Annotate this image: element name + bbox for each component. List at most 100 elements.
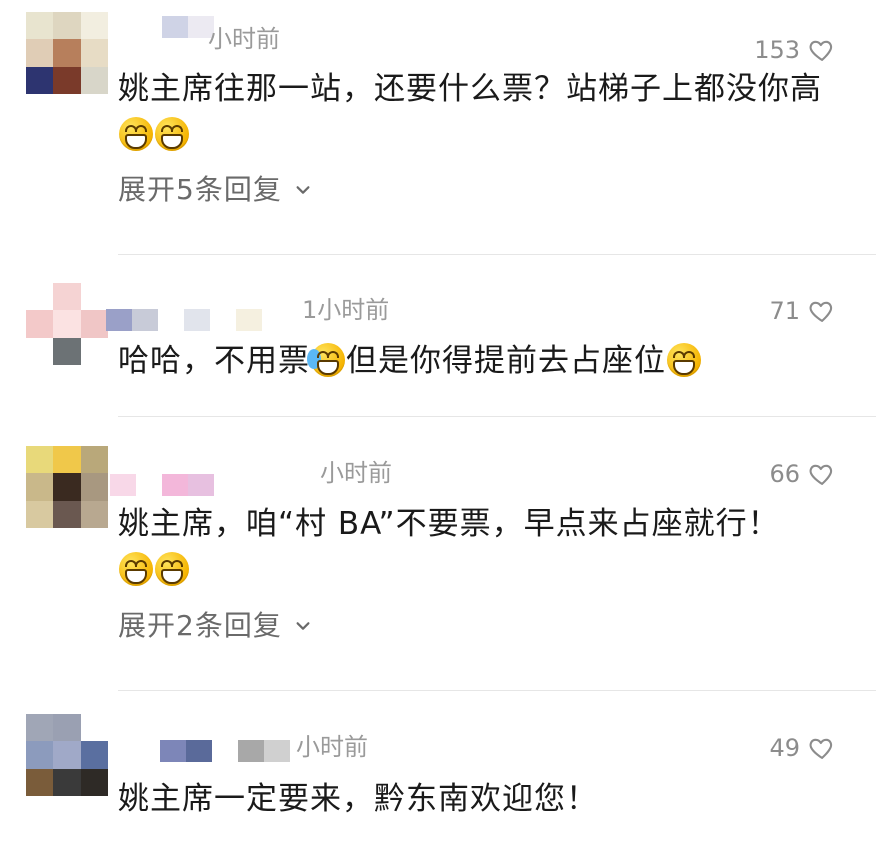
divider bbox=[118, 690, 876, 691]
avatar-pixel bbox=[80, 283, 108, 311]
avatar-pixel bbox=[53, 741, 81, 769]
like-count: 153 bbox=[754, 36, 800, 64]
username-pixel bbox=[186, 740, 212, 762]
avatar-pixel bbox=[80, 500, 108, 528]
avatar-pixel bbox=[53, 66, 81, 94]
avatar-pixel bbox=[26, 500, 54, 528]
grin-emoji-icon bbox=[119, 552, 153, 586]
avatar-pixel bbox=[53, 12, 81, 40]
avatar-pixel bbox=[80, 39, 108, 67]
laugh-cry-emoji-icon bbox=[307, 343, 345, 377]
divider bbox=[118, 416, 876, 417]
username-pixel bbox=[212, 740, 238, 762]
username[interactable] bbox=[106, 309, 262, 331]
chevron-down-icon bbox=[296, 186, 310, 194]
avatar-pixel bbox=[26, 39, 54, 67]
avatar-pixel bbox=[26, 310, 54, 338]
username[interactable] bbox=[162, 16, 214, 38]
comment-body: 姚主席往那一站，还要什么票？站梯子上都没你高 bbox=[118, 71, 822, 107]
username-pixel bbox=[132, 309, 158, 331]
grin-emoji-icon bbox=[155, 117, 189, 151]
divider bbox=[118, 254, 876, 255]
avatar[interactable] bbox=[26, 446, 108, 528]
grin-emoji-icon bbox=[667, 343, 701, 377]
grin-emoji-icon bbox=[155, 552, 189, 586]
chevron-down-icon bbox=[296, 622, 310, 630]
heart-icon bbox=[809, 464, 833, 485]
username-pixel bbox=[238, 740, 264, 762]
avatar-pixel bbox=[26, 12, 54, 40]
avatar-pixel bbox=[80, 337, 108, 365]
avatar[interactable] bbox=[26, 714, 108, 796]
username-pixel bbox=[162, 474, 188, 496]
avatar-pixel bbox=[53, 473, 81, 501]
comment-body: 姚主席一定要来，黔东南欢迎您！ bbox=[118, 781, 598, 817]
username-pixel bbox=[162, 16, 188, 38]
avatar-pixel bbox=[26, 741, 54, 769]
comment-text: 姚主席一定要来，黔东南欢迎您！ bbox=[118, 776, 846, 822]
heart-icon bbox=[809, 301, 833, 322]
comment-text: 姚主席，咱“村 BA”不要票，早点来占座就行！ bbox=[118, 501, 846, 593]
avatar[interactable] bbox=[26, 12, 108, 94]
username-pixel bbox=[236, 309, 262, 331]
avatar-pixel bbox=[53, 714, 81, 742]
username-pixel bbox=[106, 309, 132, 331]
comment-time: 小时前 bbox=[320, 459, 392, 487]
comment-time: 1小时前 bbox=[302, 296, 390, 324]
heart-icon bbox=[809, 40, 833, 61]
avatar-pixel bbox=[80, 768, 108, 796]
avatar-pixel bbox=[80, 66, 108, 94]
comment-body: 哈哈，不用票 bbox=[118, 343, 310, 379]
avatar-pixel bbox=[53, 337, 81, 365]
username-pixel bbox=[160, 740, 186, 762]
grin-emoji-icon bbox=[119, 117, 153, 151]
like-button[interactable]: 71 bbox=[769, 295, 836, 327]
expand-replies-label: 展开5条回复 bbox=[118, 173, 282, 206]
username-pixel bbox=[136, 474, 162, 496]
avatar-pixel bbox=[26, 714, 54, 742]
avatar-pixel bbox=[80, 446, 108, 474]
avatar-pixel bbox=[26, 446, 54, 474]
username-pixel bbox=[210, 309, 236, 331]
avatar-pixel bbox=[26, 473, 54, 501]
comment-body-continued: 但是你得提前去占座位 bbox=[346, 343, 666, 379]
avatar-pixel bbox=[26, 768, 54, 796]
comment-text: 哈哈，不用票 但是你得提前去占座位 bbox=[118, 338, 846, 384]
heart-icon bbox=[809, 738, 833, 759]
avatar-pixel bbox=[80, 473, 108, 501]
avatar-pixel bbox=[53, 446, 81, 474]
like-count: 66 bbox=[769, 460, 800, 488]
avatar-pixel bbox=[80, 714, 108, 742]
expand-replies-button[interactable]: 展开5条回复 bbox=[118, 170, 312, 210]
username-pixel bbox=[110, 474, 136, 496]
username[interactable] bbox=[160, 740, 290, 762]
like-button[interactable]: 49 bbox=[769, 732, 836, 764]
username[interactable] bbox=[110, 474, 214, 496]
like-count: 71 bbox=[769, 297, 800, 325]
comment-body: 姚主席，咱“村 BA”不要票，早点来占座就行！ bbox=[118, 506, 780, 542]
avatar-pixel bbox=[53, 310, 81, 338]
comment-text: 姚主席往那一站，还要什么票？站梯子上都没你高 bbox=[118, 66, 846, 158]
avatar-pixel bbox=[53, 500, 81, 528]
expand-replies-button[interactable]: 展开2条回复 bbox=[118, 606, 312, 646]
avatar-pixel bbox=[80, 741, 108, 769]
expand-replies-label: 展开2条回复 bbox=[118, 609, 282, 642]
avatar-pixel bbox=[80, 310, 108, 338]
avatar-pixel bbox=[80, 12, 108, 40]
avatar[interactable] bbox=[26, 283, 108, 365]
avatar-pixel bbox=[53, 768, 81, 796]
username-pixel bbox=[188, 474, 214, 496]
like-button[interactable]: 153 bbox=[754, 34, 836, 66]
comment-time: 小时前 bbox=[208, 25, 280, 53]
avatar-pixel bbox=[26, 283, 54, 311]
avatar-pixel bbox=[53, 283, 81, 311]
avatar-pixel bbox=[26, 66, 54, 94]
avatar-pixel bbox=[26, 337, 54, 365]
username-pixel bbox=[158, 309, 184, 331]
like-button[interactable]: 66 bbox=[769, 458, 836, 490]
username-pixel bbox=[184, 309, 210, 331]
avatar-pixel bbox=[53, 39, 81, 67]
username-pixel bbox=[264, 740, 290, 762]
like-count: 49 bbox=[769, 734, 800, 762]
comment-time: 小时前 bbox=[296, 733, 368, 761]
